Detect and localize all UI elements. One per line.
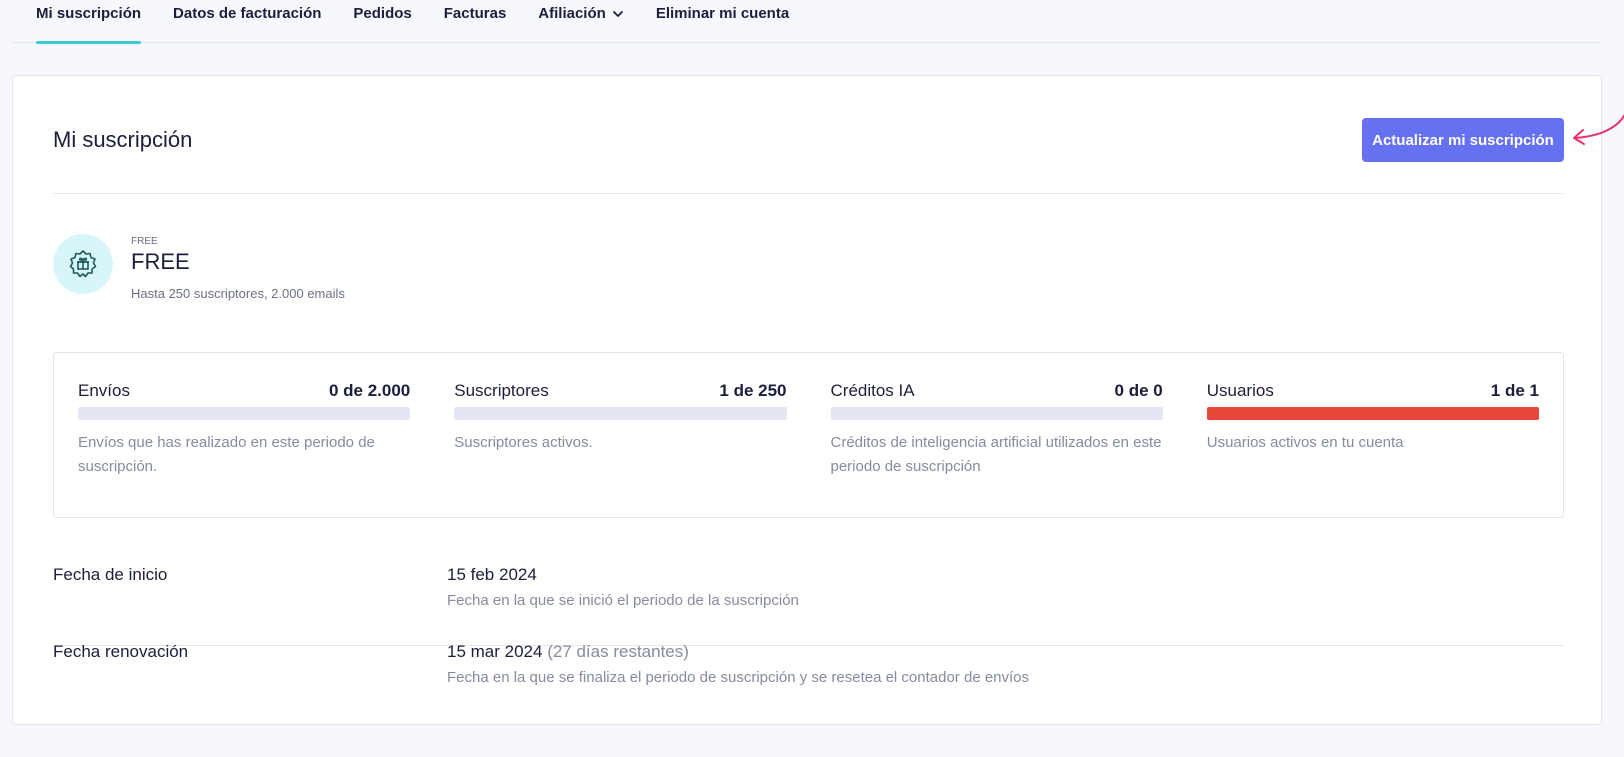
tab-afiliacion[interactable]: Afiliación [538,0,624,43]
page-title: Mi suscripción [53,127,193,152]
metric-label: Suscriptores [454,381,549,400]
renewal-date-note: Fecha en la que se finaliza el periodo d… [447,669,1030,686]
metric-value: 1 de 250 [719,381,787,400]
tab-label: Eliminar mi cuenta [655,5,790,22]
tab-facturas[interactable]: Facturas [444,0,507,43]
usage-bar [78,407,411,420]
metric-note: Usuarios activos en tu cuenta [1206,434,1404,451]
metric-label: Usuarios [1206,381,1274,400]
tab-label: Afiliación [538,5,606,22]
usage-metric-usuarios: Usuarios 1 de 1 Usuarios activos en tu c… [1206,381,1539,517]
renewal-date-value-group: 15 mar 2024 (27 días restantes) [447,642,689,662]
tab-eliminar-cuenta[interactable]: Eliminar mi cuenta [656,0,789,43]
usage-bar-fill [1206,407,1539,420]
gift-badge-icon [53,234,113,294]
tab-label: Facturas [443,5,507,22]
start-date-note: Fecha en la que se inició el periodo de … [447,592,799,609]
plan-description: Hasta 250 suscriptores, 2.000 emails [131,286,345,301]
usage-bar [454,407,787,420]
account-tabs: Mi suscripción Datos de facturación Pedi… [12,0,1602,44]
metric-value: 1 de 1 [1490,381,1539,400]
tab-pedidos[interactable]: Pedidos [353,0,411,43]
tab-label: Mi suscripción [36,5,142,22]
header-divider [53,193,1564,194]
plan-name: FREE [131,249,190,274]
metric-label: Créditos IA [830,381,915,400]
row-divider [53,645,1564,646]
metric-note: Suscriptores activos. [454,434,593,451]
upgrade-subscription-button[interactable]: Actualizar mi suscripción [1362,118,1564,162]
annotation-arrow-icon [1573,113,1624,145]
usage-metric-envios: Envíos 0 de 2.000 Envíos que has realiza… [78,381,411,517]
tab-label: Datos de facturación [173,5,322,22]
tab-datos-facturacion[interactable]: Datos de facturación [173,0,321,43]
renewal-date-value: 15 mar 2024 [447,642,543,661]
metric-note: Créditos de inteligencia artificial util… [830,434,1162,475]
renewal-days-remaining: (27 días restantes) [547,642,689,661]
metric-note: Envíos que has realizado en este periodo… [78,434,375,475]
metric-label: Envíos [78,381,130,400]
metric-value: 0 de 0 [1114,381,1163,400]
metric-value: 0 de 2.000 [328,381,411,400]
usage-metric-creditos-ia: Créditos IA 0 de 0 Créditos de inteligen… [830,381,1163,517]
tab-label: Pedidos [353,5,412,22]
usage-metric-suscriptores: Suscriptores 1 de 250 Suscriptores activ… [454,381,787,517]
usage-bar [830,407,1163,420]
renewal-date-label: Fecha renovación [53,642,189,661]
usage-bar [1206,407,1539,420]
tab-mi-suscripcion[interactable]: Mi suscripción [36,0,142,44]
plan-tag: FREE [131,236,158,247]
chevron-down-icon [612,11,623,17]
subscription-card: Mi suscripción Actualizar mi suscripción… [12,75,1624,725]
start-date-value: 15 feb 2024 [447,565,537,584]
start-date-label: Fecha de inicio [53,565,168,584]
usage-panel: Envíos 0 de 2.000 Envíos que has realiza… [53,352,1564,518]
